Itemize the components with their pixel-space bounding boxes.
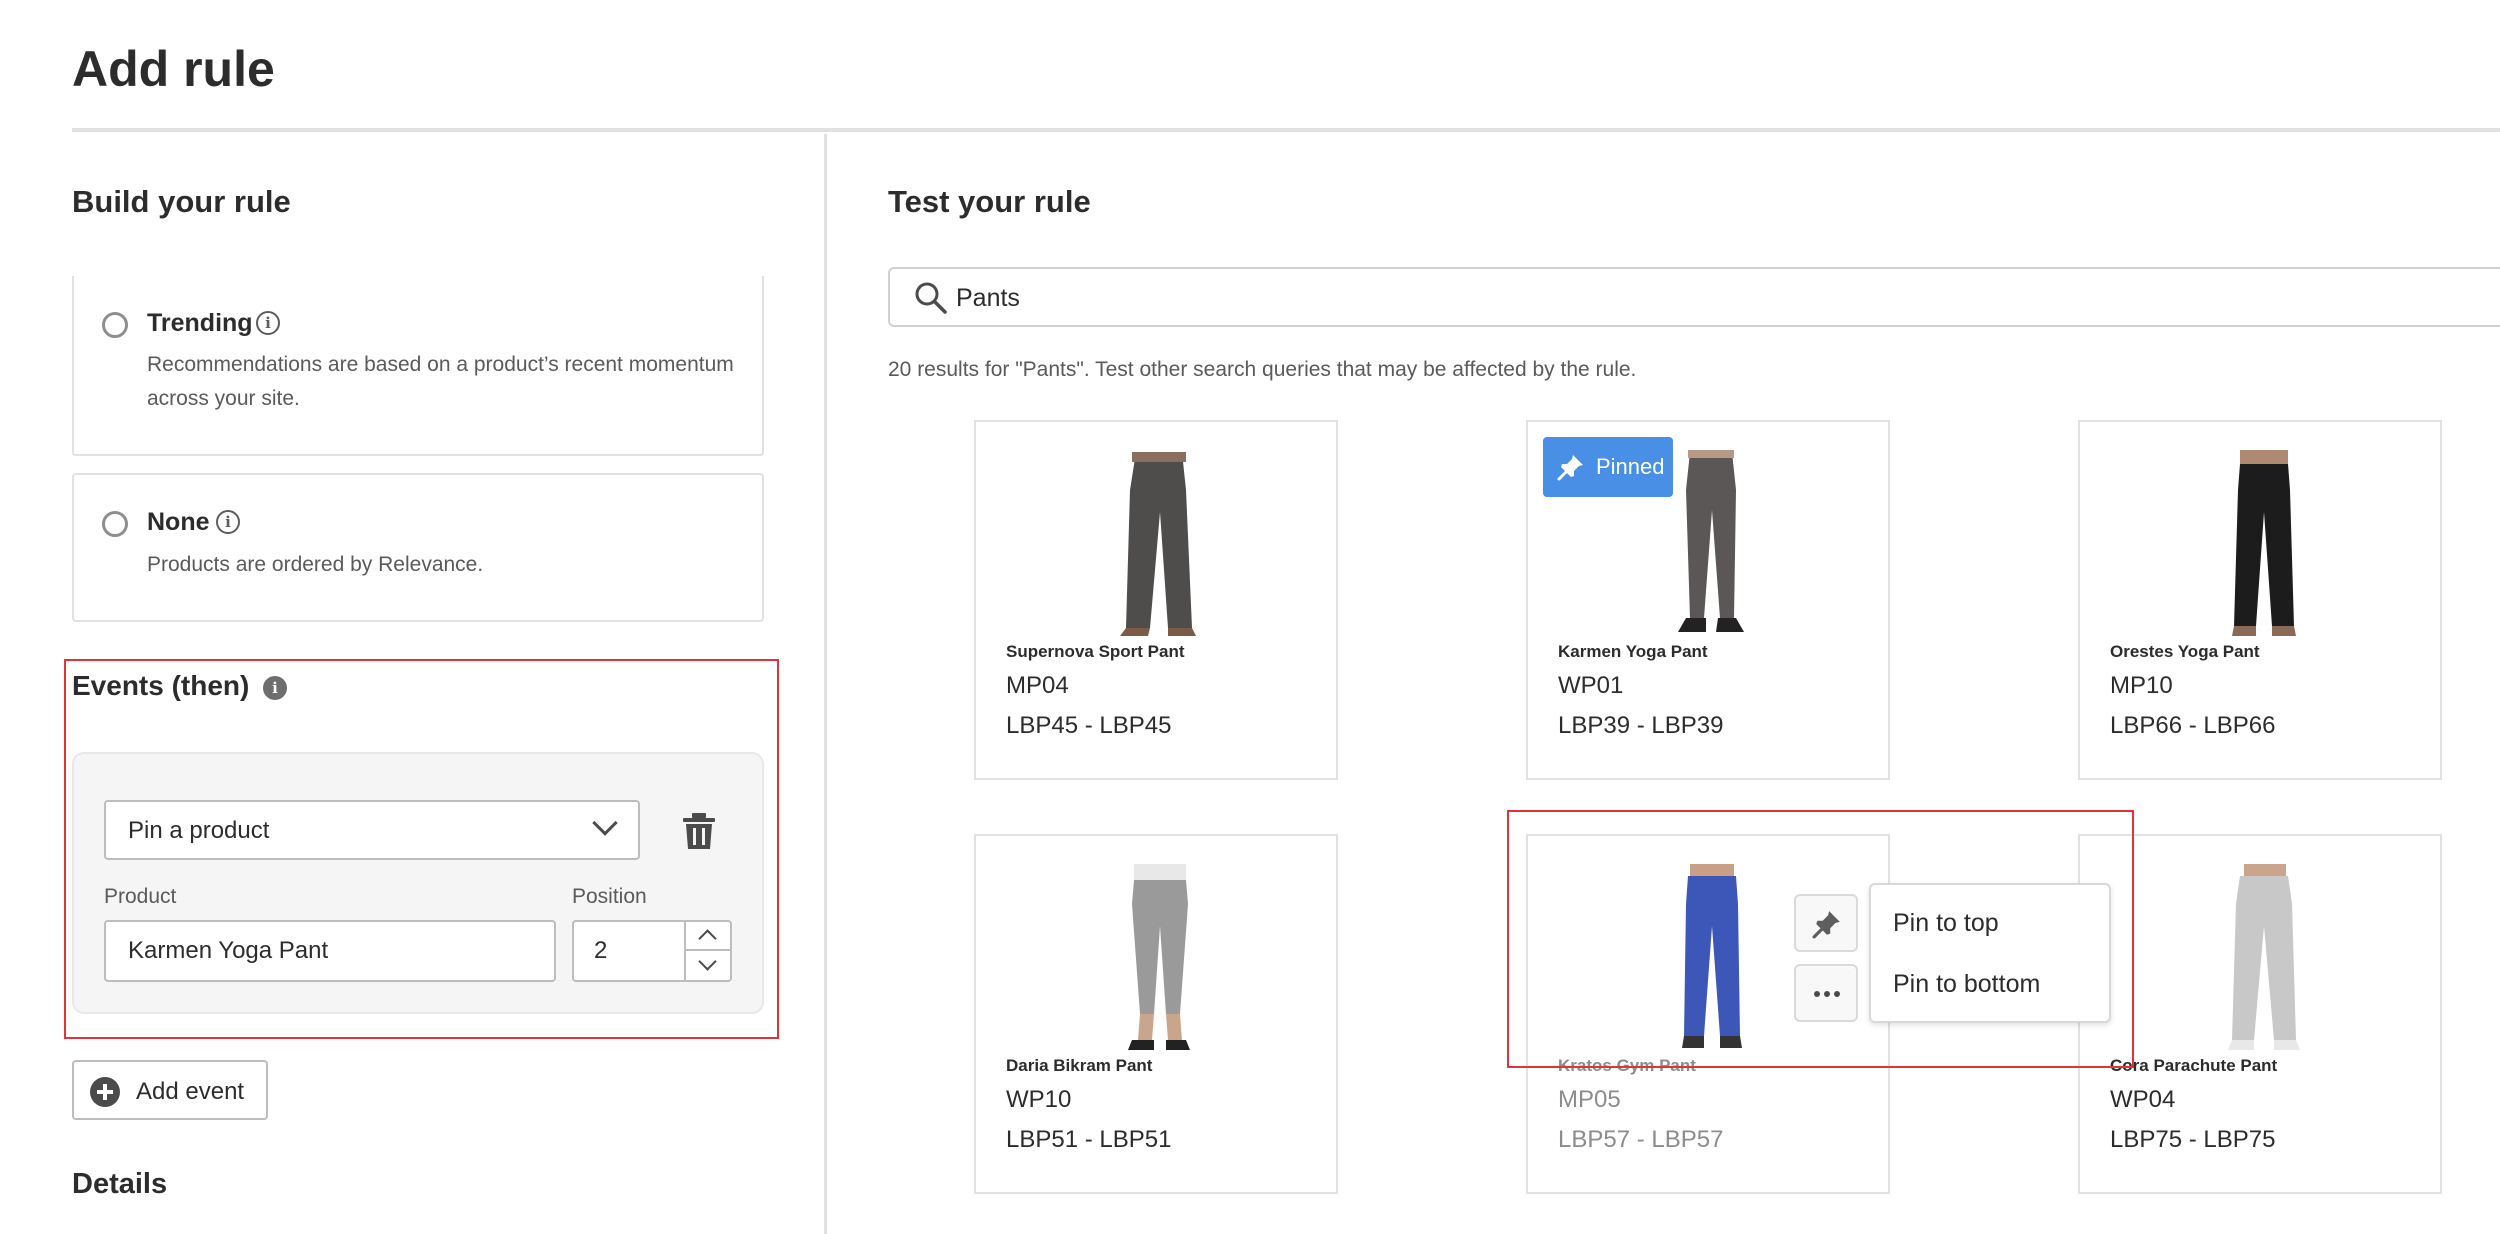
product-price: LBP39 - LBP39 (1558, 712, 1724, 739)
search-value: Pants (956, 284, 1020, 312)
product-sku: WP10 (1006, 1086, 1072, 1113)
pinned-badge: Pinned (1543, 437, 1673, 497)
details-heading: Details (72, 1168, 168, 1200)
trending-radio[interactable] (102, 312, 128, 338)
product-sku: WP01 (1558, 672, 1624, 699)
product-image (2232, 450, 2296, 636)
title-divider (72, 128, 2500, 132)
trending-description: Recommendations are based on a product’s… (147, 348, 747, 416)
trending-label: Trending (147, 309, 253, 337)
hover-highlight-box (1507, 810, 2134, 1068)
product-name: Orestes Yoga Pant (2110, 642, 2260, 661)
product-sku: MP10 (2110, 672, 2173, 699)
product-price: LBP51 - LBP51 (1006, 1126, 1172, 1153)
product-image (1128, 864, 1190, 1050)
build-rule-heading: Build your rule (72, 184, 291, 219)
trending-description-line-1: Recommendations are based on a product’s… (147, 353, 734, 376)
product-price: LBP57 - LBP57 (1558, 1126, 1724, 1153)
product-card[interactable]: Orestes Yoga Pant MP10 LBP66 - LBP66 (2078, 420, 2442, 780)
option-card-none[interactable]: None i Products are ordered by Relevance… (72, 473, 764, 622)
product-sku: MP04 (1006, 672, 1069, 699)
results-count-text: 20 results for "Pants". Test other searc… (888, 358, 1637, 381)
info-icon[interactable]: i (216, 510, 240, 534)
pinned-label: Pinned (1596, 454, 1665, 479)
none-label: None (147, 508, 210, 536)
product-name: Daria Bikram Pant (1006, 1056, 1153, 1075)
product-image (1120, 452, 1196, 636)
product-card[interactable]: Daria Bikram Pant WP10 LBP51 - LBP51 (974, 834, 1338, 1194)
search-icon (915, 282, 947, 314)
product-name: Karmen Yoga Pant (1558, 642, 1708, 661)
product-price: LBP66 - LBP66 (2110, 712, 2276, 739)
product-image (2228, 864, 2300, 1050)
pin-icon (1557, 455, 1583, 481)
column-divider (824, 134, 827, 1234)
add-event-button[interactable]: Add event (72, 1060, 268, 1120)
product-sku: MP05 (1558, 1086, 1621, 1113)
info-icon[interactable]: i (256, 311, 280, 335)
product-name: Cora Parachute Pant (2110, 1056, 2278, 1075)
search-input[interactable]: Pants (888, 267, 2500, 327)
page-title: Add rule (72, 41, 275, 97)
add-event-label: Add event (136, 1078, 245, 1105)
test-rule-heading: Test your rule (888, 184, 1091, 219)
option-card-trending[interactable]: Trending i Recommendations are based on … (72, 276, 764, 456)
product-sku: WP04 (2110, 1086, 2176, 1113)
product-card[interactable]: Supernova Sport Pant MP04 LBP45 - LBP45 (974, 420, 1338, 780)
events-highlight-box (64, 659, 779, 1039)
none-radio[interactable] (102, 511, 128, 537)
plus-circle-icon (90, 1077, 120, 1107)
none-description: Products are ordered by Relevance. (147, 553, 484, 576)
trending-description-line-2: across your site. (147, 387, 300, 410)
product-price: LBP75 - LBP75 (2110, 1126, 2276, 1153)
product-price: LBP45 - LBP45 (1006, 712, 1172, 739)
product-name: Supernova Sport Pant (1006, 642, 1185, 661)
